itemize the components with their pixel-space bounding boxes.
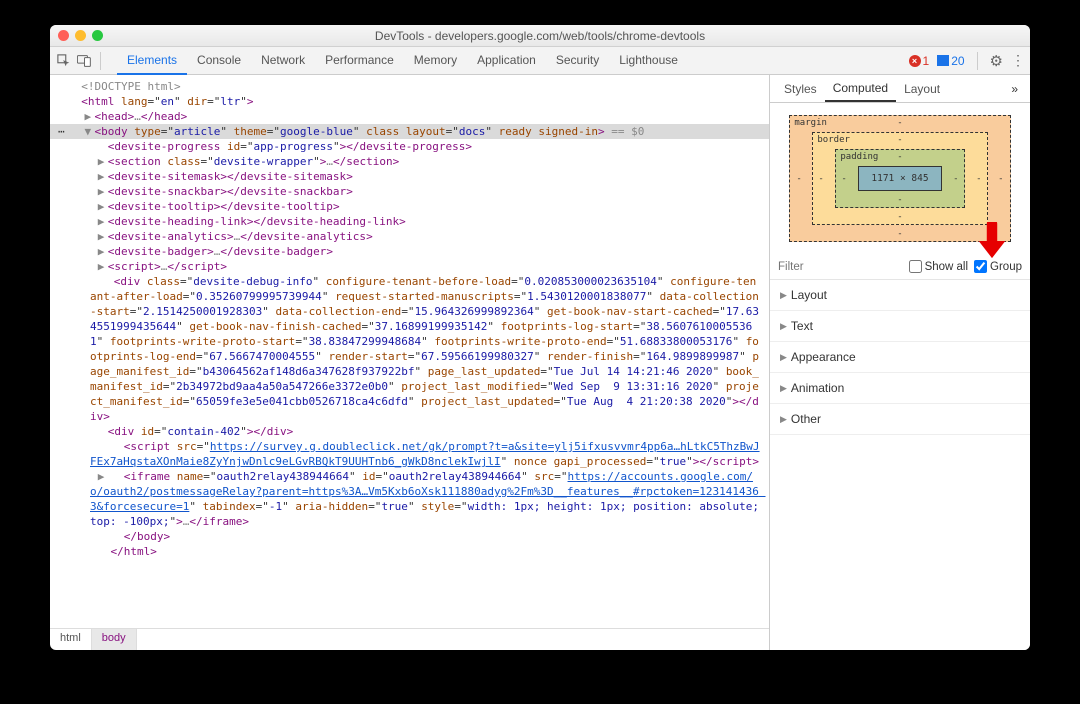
- message-badge[interactable]: 20: [937, 54, 964, 68]
- message-count: 20: [951, 54, 964, 68]
- panel-tab-application[interactable]: Application: [467, 47, 546, 75]
- sidebar-tabs: StylesComputedLayout »: [770, 75, 1030, 103]
- panel-tab-elements[interactable]: Elements: [117, 47, 187, 75]
- close-window-dot[interactable]: [58, 30, 69, 41]
- error-badge[interactable]: × 1: [909, 54, 930, 68]
- computed-group-appearance[interactable]: ▶ Appearance: [770, 342, 1030, 373]
- panel-tab-console[interactable]: Console: [187, 47, 251, 75]
- box-content-size: 1171 × 845: [858, 166, 941, 191]
- window-title: DevTools - developers.google.com/web/too…: [50, 29, 1030, 43]
- more-menu-icon[interactable]: ⋮: [1011, 52, 1024, 69]
- disclosure-triangle-icon: ▶: [780, 414, 787, 425]
- group-checkbox[interactable]: Group: [974, 260, 1022, 273]
- panel-tab-lighthouse[interactable]: Lighthouse: [609, 47, 688, 75]
- disclosure-triangle-icon: ▶: [780, 352, 787, 363]
- box-padding-label: padding: [840, 152, 878, 162]
- styles-sidebar: StylesComputedLayout » margin - - - - bor…: [770, 75, 1030, 650]
- titlebar: DevTools - developers.google.com/web/too…: [50, 25, 1030, 47]
- breadcrumb-item[interactable]: body: [92, 629, 137, 650]
- disclosure-triangle-icon: ▶: [780, 383, 787, 394]
- computed-group-animation[interactable]: ▶ Animation: [770, 373, 1030, 404]
- panel-tab-memory[interactable]: Memory: [404, 47, 467, 75]
- annotation-arrow-icon: [974, 222, 1010, 260]
- settings-gear-icon[interactable]: ⚙: [990, 52, 1003, 70]
- dom-node[interactable]: <div class="devsite-debug-info" configur…: [50, 274, 769, 424]
- message-icon: [937, 55, 949, 66]
- error-count: 1: [923, 54, 930, 68]
- computed-groups: ▶ Layout▶ Text▶ Appearance▶ Animation▶ O…: [770, 280, 1030, 650]
- disclosure-triangle-icon: ▶: [780, 290, 787, 301]
- sidebar-tabs-overflow-icon[interactable]: »: [1005, 77, 1024, 101]
- dom-node[interactable]: ▶<head>…</head>: [50, 109, 769, 124]
- inspect-element-icon[interactable]: [56, 53, 72, 69]
- computed-group-layout[interactable]: ▶ Layout: [770, 280, 1030, 311]
- box-border-label: border: [817, 135, 850, 145]
- panel-tab-security[interactable]: Security: [546, 47, 609, 75]
- dom-node[interactable]: ▶<section class="devsite-wrapper">…</sec…: [50, 154, 769, 169]
- sidebar-tab-layout[interactable]: Layout: [896, 77, 948, 101]
- dom-node[interactable]: ▶<devsite-analytics>…</devsite-analytics…: [50, 229, 769, 244]
- breadcrumb-item[interactable]: html: [50, 629, 92, 650]
- dom-node[interactable]: ▶<devsite-heading-link></devsite-heading…: [50, 214, 769, 229]
- elements-panel: <!DOCTYPE html> <html lang="en" dir="ltr…: [50, 75, 770, 650]
- filter-input[interactable]: [778, 261, 828, 273]
- dom-node[interactable]: ▶<iframe name="oauth2relay438944664" id=…: [50, 469, 769, 529]
- dom-node[interactable]: ▶<devsite-badger>…</devsite-badger>: [50, 244, 769, 259]
- box-model[interactable]: margin - - - - border - - - -: [770, 103, 1030, 254]
- dom-node[interactable]: ⋯ ▼<body type="article" theme="google-bl…: [50, 124, 769, 139]
- dom-node[interactable]: ▶<script>…</script>: [50, 259, 769, 274]
- computed-group-other[interactable]: ▶ Other: [770, 404, 1030, 435]
- breadcrumb-bar: htmlbody: [50, 628, 769, 650]
- disclosure-triangle-icon: ▶: [780, 321, 787, 332]
- box-margin-label: margin: [794, 118, 827, 128]
- dom-node[interactable]: ▶<devsite-tooltip></devsite-tooltip>: [50, 199, 769, 214]
- dom-node[interactable]: ▶<devsite-snackbar></devsite-snackbar>: [50, 184, 769, 199]
- show-all-checkbox[interactable]: Show all: [909, 260, 968, 273]
- minimize-window-dot[interactable]: [75, 30, 86, 41]
- device-toolbar-icon[interactable]: [76, 53, 92, 69]
- dom-node[interactable]: </html>: [50, 544, 769, 559]
- computed-group-text[interactable]: ▶ Text: [770, 311, 1030, 342]
- panel-tab-performance[interactable]: Performance: [315, 47, 404, 75]
- dom-node[interactable]: <div id="contain-402"></div>: [50, 424, 769, 439]
- dom-node[interactable]: </body>: [50, 529, 769, 544]
- panel-tabs: ElementsConsoleNetworkPerformanceMemoryA…: [117, 47, 688, 75]
- dom-node[interactable]: <html lang="en" dir="ltr">: [50, 94, 769, 109]
- panel-tab-network[interactable]: Network: [251, 47, 315, 75]
- main-toolbar: ElementsConsoleNetworkPerformanceMemoryA…: [50, 47, 1030, 75]
- dom-tree[interactable]: <!DOCTYPE html> <html lang="en" dir="ltr…: [50, 75, 769, 628]
- dom-node[interactable]: <devsite-progress id="app-progress"></de…: [50, 139, 769, 154]
- dom-node[interactable]: ▶<devsite-sitemask></devsite-sitemask>: [50, 169, 769, 184]
- sidebar-tab-styles[interactable]: Styles: [776, 77, 825, 101]
- error-icon: ×: [909, 55, 921, 67]
- dom-node[interactable]: <script src="https://survey.g.doubleclic…: [50, 439, 769, 469]
- sidebar-tab-computed[interactable]: Computed: [825, 76, 896, 102]
- zoom-window-dot[interactable]: [92, 30, 103, 41]
- devtools-window: DevTools - developers.google.com/web/too…: [50, 25, 1030, 650]
- dom-node[interactable]: <!DOCTYPE html>: [50, 79, 769, 94]
